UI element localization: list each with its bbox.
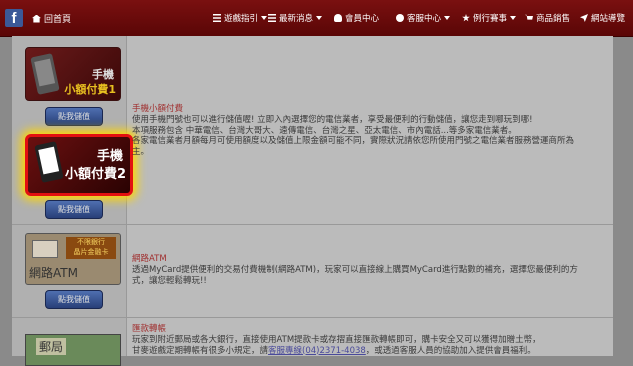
section-title-atm: 網路ATM	[132, 254, 167, 264]
nav-label: 會員中心	[345, 14, 380, 24]
section-body-mobile: 使用手機門號也可以進行儲值喔! 立即入內選擇您的電信業者，享受最便利的行動儲值，…	[132, 115, 610, 157]
section-body-remit: 玩家到附近郵局或各大銀行，直接使用ATM提款卡或存摺直接匯款轉帳即可，購卡安全又…	[132, 335, 610, 356]
megaphone-icon	[268, 14, 276, 22]
post-office-card[interactable]: 郵局	[25, 334, 121, 366]
nav-label: 最新消息	[279, 14, 314, 24]
nav-label: 遊戲指引	[224, 14, 259, 24]
body-line: 主。	[132, 146, 150, 157]
card-subtitle: 小額付費2	[64, 167, 126, 182]
body-line: 式，讓您輕鬆轉玩!!	[132, 275, 207, 286]
mobile-payment-2-card[interactable]: 手機 小額付費2	[25, 134, 133, 196]
mobile-payment-1-card[interactable]: 手機 小額付費1	[25, 47, 121, 101]
body-line: 甘麥遊戲定期轉帳有很多小規定，請客服專線(04)2371-4038，或透過客服人…	[132, 346, 610, 357]
column-divider	[126, 36, 127, 356]
nav-label: 商品銷售	[536, 14, 571, 24]
section-title-mobile: 手機小額付費	[132, 104, 184, 114]
send-icon	[580, 14, 588, 22]
cart-icon	[525, 14, 533, 20]
card-title: 網路ATM	[29, 266, 78, 280]
help-icon	[396, 14, 404, 22]
body-line: 玩家到附近郵局或各大銀行，直接使用ATM提款卡或存摺直接匯款轉帳即可，購卡安全又…	[132, 335, 541, 345]
atm-banner-line1: 不限銀行	[77, 238, 105, 246]
nav-member-center[interactable]: 會員中心	[334, 12, 379, 24]
main-menu: 遊戲指引 最新消息 會員中心 客服中心 例行賽事 商品銷售 網站導覽	[0, 12, 633, 26]
bars-icon	[213, 14, 221, 22]
payment-methods-panel: 手機 小額付費1 點我儲值 手機 小額付費2 點我儲值 不限銀行 晶片金融卡 網…	[12, 36, 613, 366]
body-line: 各家電信業者月額每月可使用額度以及儲值上限金額可能不同，實際狀況請依您所使用門號…	[132, 136, 575, 146]
topup-button-mobile-2[interactable]: 點我儲值	[45, 200, 103, 219]
top-navigation-bar: f 回首頁 遊戲指引 最新消息 會員中心 客服中心 例行賽事 商品銷售 網站導覽	[0, 0, 633, 37]
online-atm-card[interactable]: 不限銀行 晶片金融卡 網路ATM	[25, 233, 121, 285]
nav-news[interactable]: 最新消息	[268, 12, 323, 24]
caret-down-icon	[510, 16, 517, 20]
phone-icon	[30, 53, 60, 95]
section-body-atm: 透過MyCard提供便利的交易付費機制(網路ATM)，玩家可以直接線上購買MyC…	[132, 265, 610, 286]
body-line: 透過MyCard提供便利的交易付費機制(網路ATM)，玩家可以直接線上購買MyC…	[132, 265, 578, 275]
topup-button-mobile-1[interactable]: 點我儲值	[45, 107, 103, 126]
nav-label: 網站導覽	[591, 14, 626, 24]
row-divider	[12, 317, 613, 318]
atm-banner: 不限銀行 晶片金融卡	[66, 237, 116, 259]
atm-banner-line2: 晶片金融卡	[73, 248, 109, 256]
bank-card-icon	[32, 240, 58, 258]
card-title: 手機	[96, 149, 123, 164]
nav-label: 例行賽事	[473, 14, 508, 24]
section-title-remit: 匯款轉帳	[132, 324, 167, 334]
topup-button-atm[interactable]: 點我儲值	[45, 290, 103, 309]
card-title: 手機	[92, 68, 114, 81]
nav-support[interactable]: 客服中心	[396, 12, 451, 24]
nav-label: 客服中心	[407, 14, 442, 24]
body-text: ，或透過客服人員的協助加入提供會員福利。	[365, 345, 536, 356]
caret-down-icon	[316, 16, 323, 20]
phone-icon	[34, 141, 64, 183]
body-line: 使用手機門號也可以進行儲值喔! 立即入內選擇您的電信業者，享受最便利的行動儲值，…	[132, 115, 533, 125]
body-line: 本項服務包含 中華電信、台灣大哥大、遠傳電信、台灣之星、亞太電信、市內電話...…	[132, 125, 517, 136]
nav-shop[interactable]: 商品銷售	[525, 12, 570, 24]
support-hotline-link[interactable]: 客服專線(04)2371-4038	[268, 346, 366, 356]
nav-sitemap[interactable]: 網站導覽	[580, 12, 625, 24]
caret-down-icon	[261, 16, 268, 20]
user-icon	[334, 14, 342, 22]
nav-events[interactable]: 例行賽事	[462, 12, 517, 24]
body-text: 甘麥遊戲定期轉帳有很多小規定，請	[132, 345, 269, 356]
card-subtitle: 小額付費1	[64, 83, 116, 96]
row-divider	[12, 224, 613, 225]
nav-game-guide[interactable]: 遊戲指引	[213, 12, 268, 24]
caret-down-icon	[444, 16, 451, 20]
card-title: 郵局	[36, 338, 67, 355]
star-icon	[462, 14, 470, 22]
